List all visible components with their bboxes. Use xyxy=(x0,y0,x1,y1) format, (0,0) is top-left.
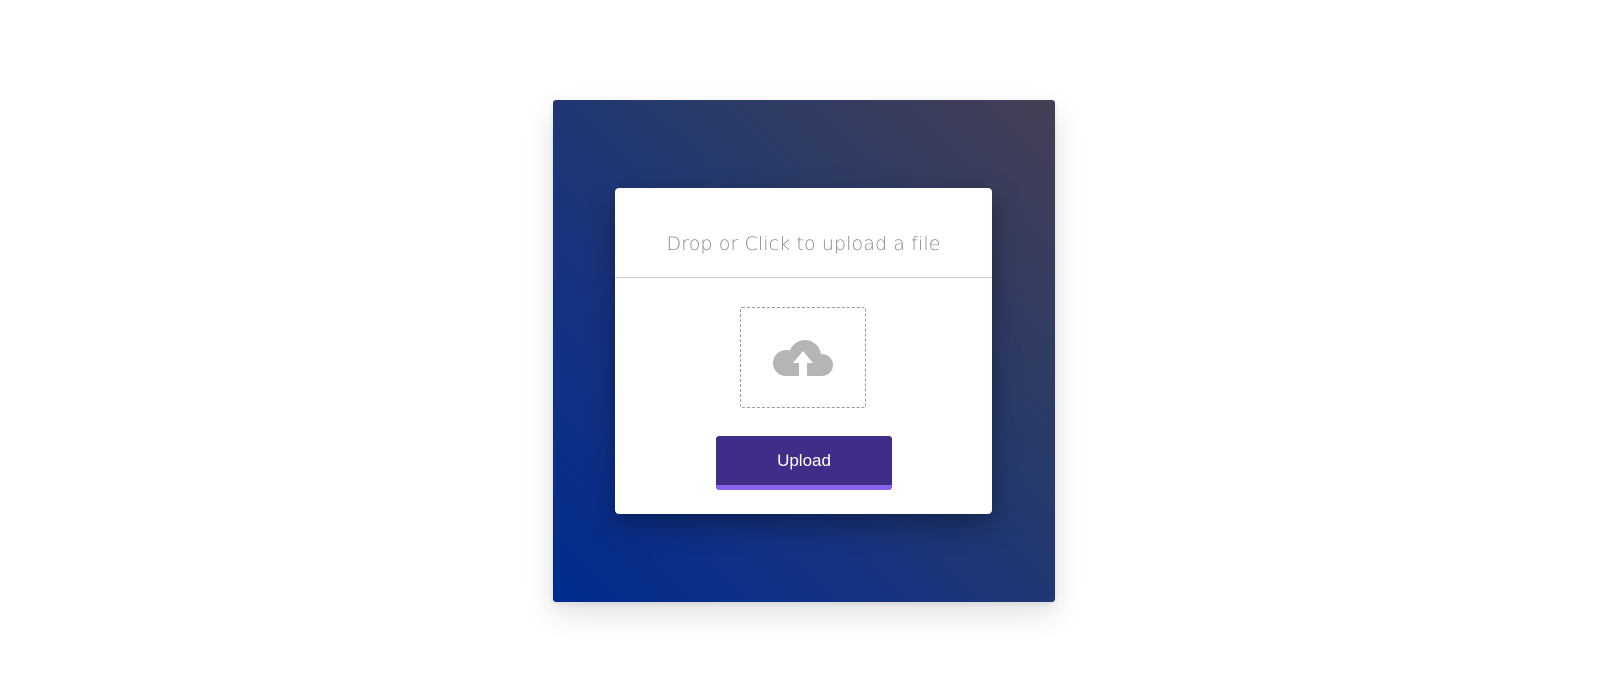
card-header: Drop or Click to upload a file xyxy=(615,188,992,278)
upload-panel-background: Drop or Click to upload a file Upload xyxy=(553,100,1055,602)
upload-card: Drop or Click to upload a file Upload xyxy=(615,188,992,514)
upload-title: Drop or Click to upload a file xyxy=(666,232,941,255)
upload-button[interactable]: Upload xyxy=(716,436,892,490)
file-drop-zone[interactable] xyxy=(740,307,866,408)
cloud-upload-icon xyxy=(771,338,835,378)
